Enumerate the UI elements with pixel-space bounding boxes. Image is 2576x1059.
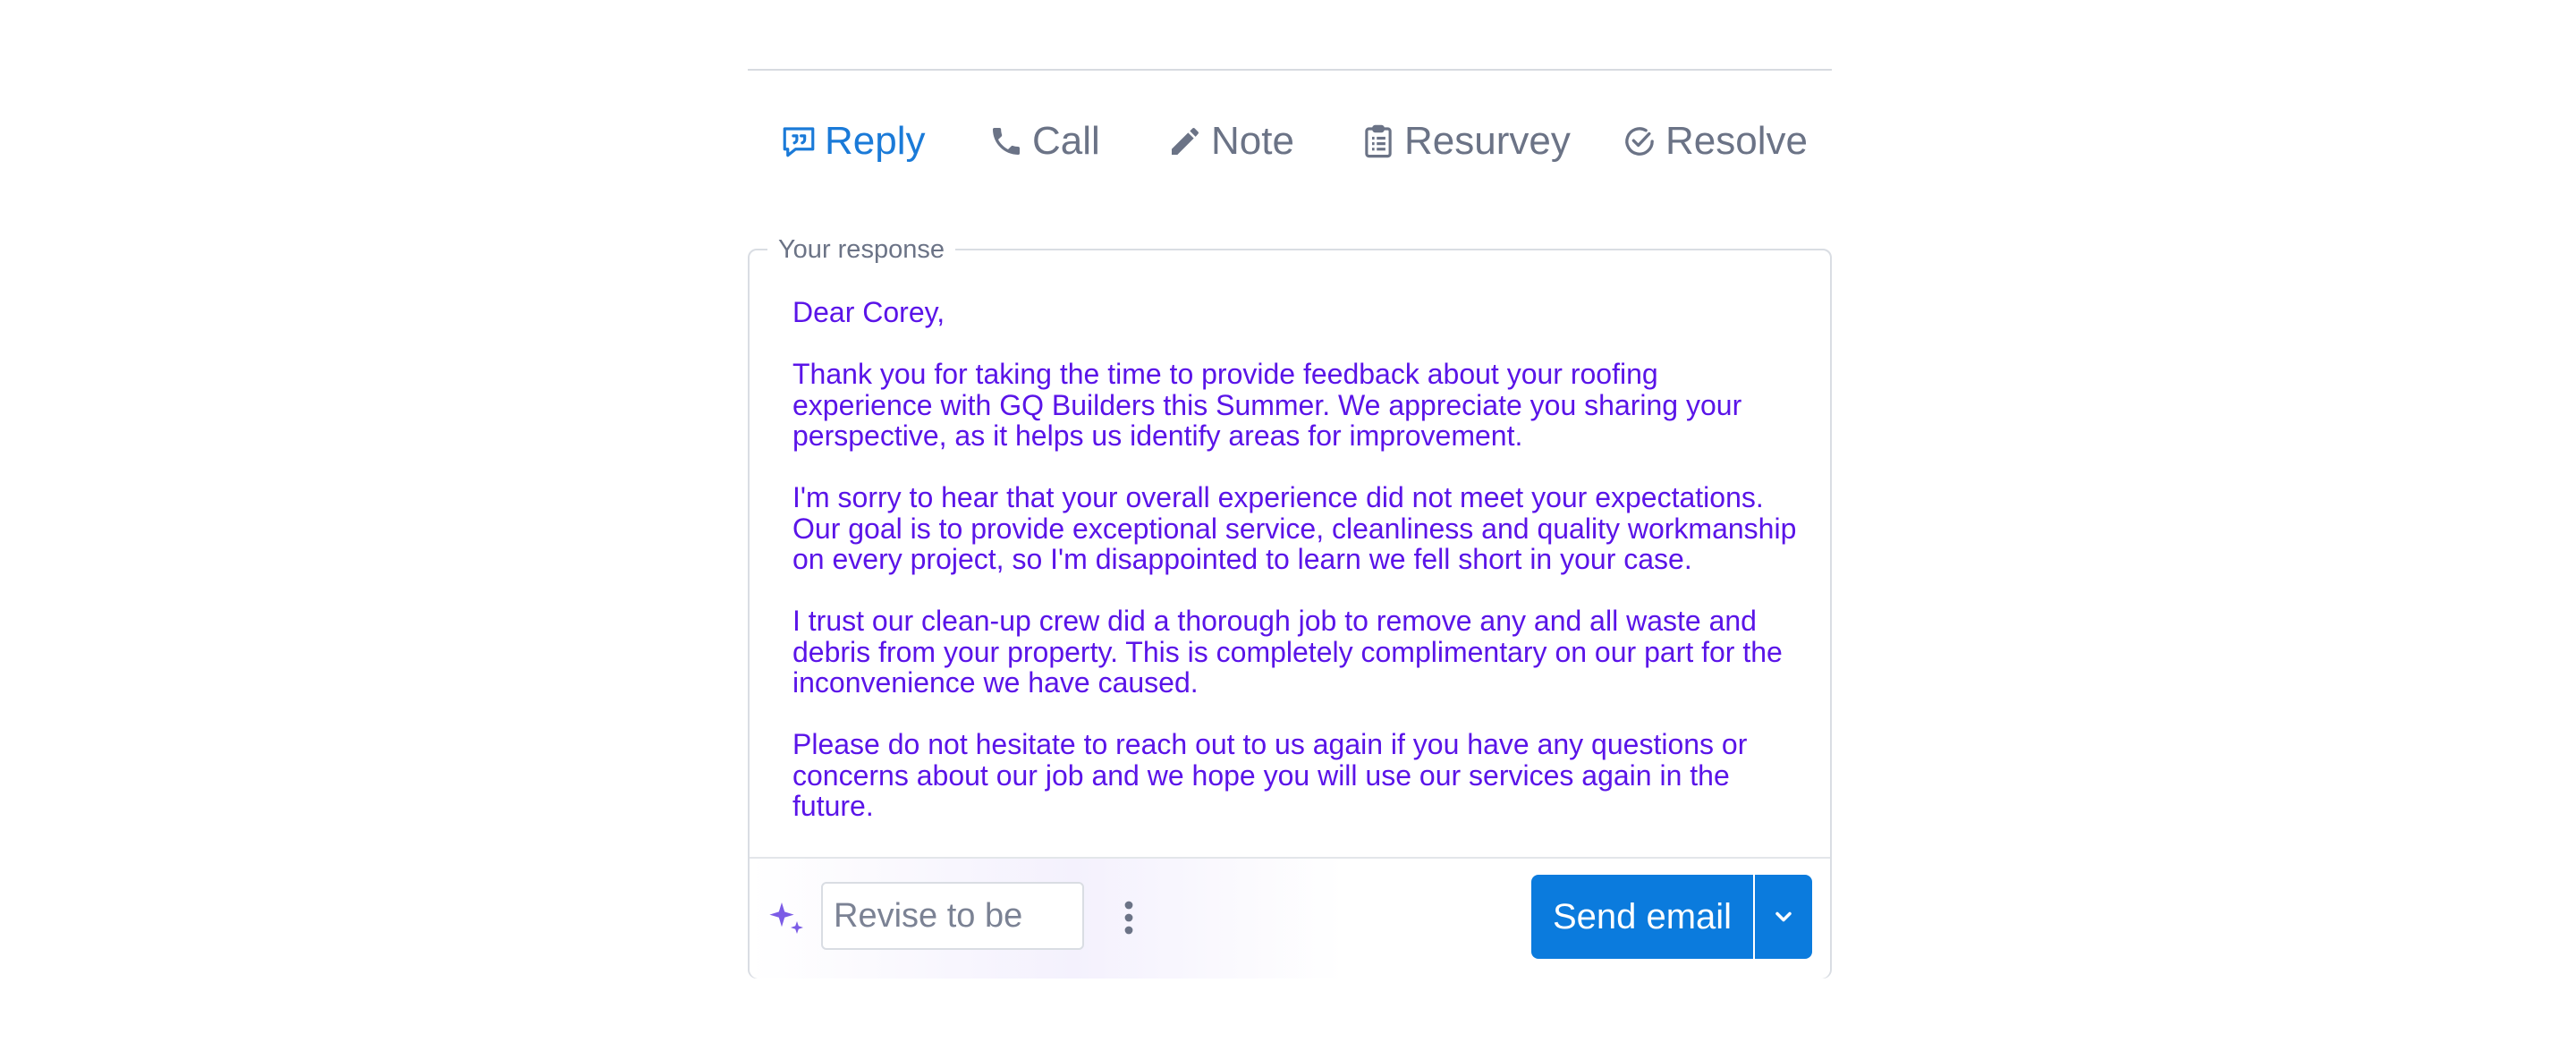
sparkle-icon <box>766 898 809 941</box>
revise-input[interactable] <box>821 882 1084 950</box>
divider <box>748 69 1832 71</box>
phone-icon <box>987 123 1025 160</box>
tab-reply[interactable]: Reply <box>780 114 926 168</box>
reply-icon <box>780 123 818 160</box>
response-paragraph: I trust our clean-up crew did a thorough… <box>792 605 1783 699</box>
response-paragraph: Dear Corey, <box>792 297 945 328</box>
tab-call-label: Call <box>1032 119 1100 163</box>
tab-note-label: Note <box>1211 119 1294 163</box>
response-editor[interactable]: Your response Dear Corey, Thank you for … <box>748 236 1832 979</box>
more-options-button[interactable] <box>1111 894 1147 941</box>
send-email-label: Send email <box>1552 896 1733 936</box>
check-circle-icon <box>1621 123 1658 160</box>
response-legend: Your response <box>767 236 955 263</box>
send-options-dropdown[interactable] <box>1755 875 1812 959</box>
tab-resurvey[interactable]: Resurvey <box>1360 114 1571 168</box>
vertical-dots-icon <box>1124 901 1133 935</box>
action-bar: Reply Call Note Resurvey Resolve <box>748 114 1832 168</box>
chevron-down-icon <box>1775 911 1792 922</box>
send-email-button[interactable]: Send email <box>1531 875 1753 959</box>
reply-panel: Reply Call Note Resurvey Resolve Your re… <box>748 0 1832 1059</box>
tab-note[interactable]: Note <box>1166 114 1294 168</box>
tab-reply-label: Reply <box>825 119 926 163</box>
response-paragraph: I'm sorry to hear that your overall expe… <box>792 481 1797 575</box>
tab-call[interactable]: Call <box>987 114 1100 168</box>
pencil-icon <box>1166 123 1204 160</box>
response-textarea[interactable]: Dear Corey, Thank you for taking the tim… <box>792 297 1803 834</box>
response-paragraph: Thank you for taking the time to provide… <box>792 358 1742 452</box>
response-footer: Send email <box>750 857 1830 979</box>
tab-resolve[interactable]: Resolve <box>1621 114 1808 168</box>
clipboard-icon <box>1360 123 1397 160</box>
response-paragraph: Please do not hesitate to reach out to u… <box>792 728 1748 822</box>
tab-resurvey-label: Resurvey <box>1404 119 1571 163</box>
tab-resolve-label: Resolve <box>1665 119 1808 163</box>
